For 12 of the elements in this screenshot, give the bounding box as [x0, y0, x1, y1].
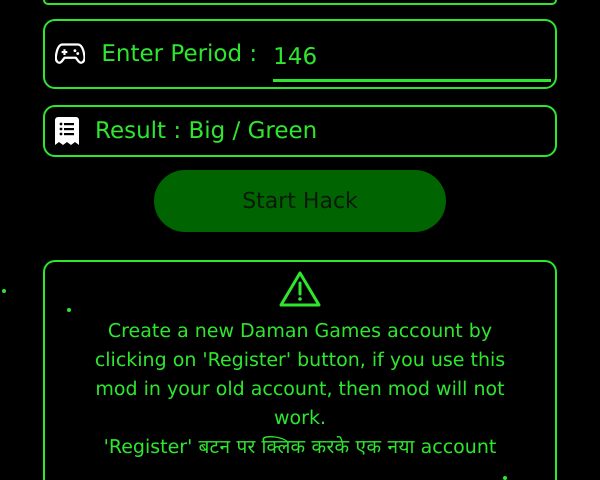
warning-icon — [278, 270, 322, 308]
period-input[interactable]: 146 — [273, 40, 551, 75]
result-text: Result : Big / Green — [95, 116, 318, 146]
gamepad-icon — [55, 42, 86, 66]
notice-text: Create a new Daman Games account by clicking on 'Register' button, if you use this mod in your old account, then mod will not work. — [94, 319, 506, 431]
particle-dot — [67, 308, 71, 312]
receipt-icon — [55, 117, 79, 145]
period-field[interactable]: 146 — [273, 34, 551, 82]
particle-dot — [503, 476, 507, 480]
period-label: Enter Period : — [101, 40, 258, 69]
notice-text: 'Register' बटन पर क्लिक करके एक नया account — [102, 435, 498, 460]
particle-dot — [2, 289, 6, 293]
